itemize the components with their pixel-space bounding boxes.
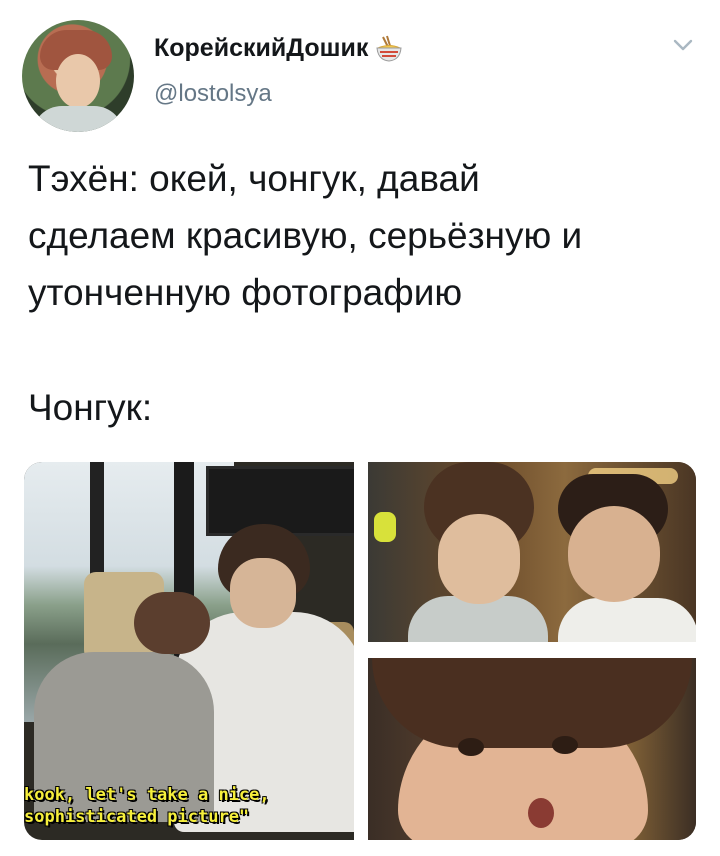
person-hair — [372, 658, 692, 748]
avatar-face — [56, 54, 100, 108]
person-hair — [134, 592, 210, 654]
tweet-text: Тэхён: окей, чонгук, давай сделаем краси… — [28, 150, 698, 436]
author-display-name[interactable]: КорейскийДошик — [154, 34, 368, 63]
photo-bus-sleeping[interactable]: kook, let's take a nice, sophisticated p… — [24, 462, 354, 840]
avatar-shirt — [32, 106, 124, 132]
tweet-card: КорейскийДошик @lostolsya Тэхён: окей, ч… — [0, 0, 720, 856]
person-face — [438, 514, 520, 604]
tweet-text-line: Чонгук: — [28, 387, 153, 428]
author-name-row[interactable]: КорейскийДошик — [154, 34, 404, 63]
caption-line: sophisticated picture" — [24, 807, 250, 827]
photo-caption: kook, let's take a nice, sophisticated p… — [24, 784, 354, 828]
background-figure — [374, 512, 396, 542]
person-face — [568, 506, 660, 602]
media-grid: kook, let's take a nice, sophisticated p… — [24, 462, 696, 840]
tweet-text-line: утонченную фотографию — [28, 272, 463, 313]
chevron-down-icon — [673, 39, 693, 51]
person-mouth — [528, 798, 554, 828]
person-eye — [458, 738, 484, 756]
person-hoodie — [558, 598, 696, 642]
noodle-bowl-icon — [376, 35, 402, 62]
bus-screen — [206, 466, 354, 536]
person-face — [230, 558, 296, 628]
person-eye — [552, 736, 578, 754]
avatar[interactable] — [22, 20, 134, 132]
tweet-text-line: сделаем красивую, серьёзную и — [28, 215, 583, 256]
caption-line: kook, let's take a nice, — [24, 785, 270, 805]
photo-closeup-face[interactable] — [368, 658, 696, 840]
author-handle[interactable]: @lostolsya — [154, 80, 272, 108]
tweet-menu-button[interactable] — [672, 34, 694, 56]
photo-selfie-duo[interactable] — [368, 462, 696, 642]
tweet-text-line: Тэхён: окей, чонгук, давай — [28, 158, 480, 199]
